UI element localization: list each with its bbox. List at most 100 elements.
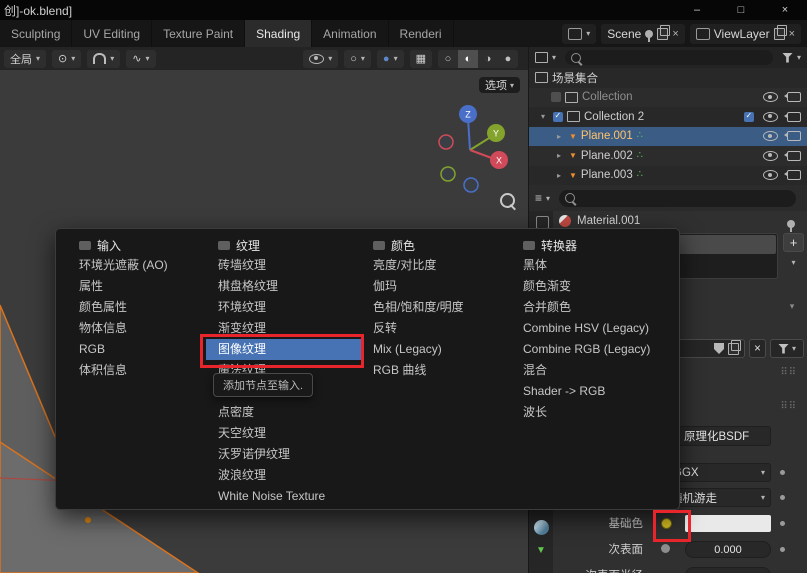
menu-item-image-texture[interactable]: 图像纹理 (206, 339, 361, 360)
scene-selector[interactable]: Scene × (601, 24, 684, 44)
expand-triangle-icon[interactable]: ▾ (541, 112, 549, 121)
scene-browse-button[interactable]: ▾ (562, 24, 596, 44)
overlays-dropdown[interactable]: ○▾ (344, 50, 371, 68)
editor-type-icon[interactable]: ≡ (535, 191, 542, 205)
menu-item[interactable]: 波浪纹理 (206, 465, 361, 486)
pin-icon[interactable] (787, 220, 795, 228)
menu-item[interactable]: White Noise Texture (206, 486, 361, 507)
menu-item[interactable]: 属性 (67, 276, 206, 297)
tab-sculpting[interactable]: Sculpting (0, 20, 72, 47)
minimize-button[interactable]: – (675, 0, 719, 20)
snap-dropdown[interactable]: ▾ (87, 50, 120, 68)
hide-eye-icon[interactable] (763, 151, 778, 161)
shading-wireframe-button[interactable]: ○ (438, 50, 458, 68)
exclude-checkbox[interactable] (553, 112, 563, 122)
hide-eye-icon[interactable] (763, 131, 778, 141)
disable-render-icon[interactable] (787, 170, 801, 180)
remove-view-layer-icon[interactable]: × (789, 28, 795, 40)
menu-item[interactable]: 黑体 (511, 255, 676, 276)
options-button[interactable]: 选项 ▾ (479, 77, 520, 93)
menu-item[interactable]: 点密度 (206, 402, 361, 423)
close-button[interactable]: × (763, 0, 807, 20)
disable-render-icon[interactable] (787, 92, 801, 102)
disable-render-icon[interactable] (787, 131, 801, 141)
hide-eye-icon[interactable] (763, 112, 778, 122)
shading-rendered-button[interactable]: ● (498, 50, 518, 68)
outliner-row-plane-003[interactable]: ▸ ▼ Plane.003 ∴ (529, 166, 807, 186)
pivot-point-dropdown[interactable]: ⊙▾ (52, 50, 81, 68)
menu-item[interactable]: 伽玛 (361, 276, 511, 297)
exclude-checkbox[interactable] (551, 92, 561, 102)
menu-item[interactable]: 颜色属性 (67, 297, 206, 318)
menu-item[interactable]: 沃罗诺伊纹理 (206, 444, 361, 465)
add-slot-button[interactable]: + (783, 233, 804, 252)
base-color-swatch[interactable] (685, 515, 771, 532)
transform-orientation-dropdown[interactable]: 全局▾ (4, 50, 46, 68)
menu-item[interactable]: 反转 (361, 318, 511, 339)
animate-dot[interactable] (780, 521, 785, 526)
axis-minus-x-ball[interactable] (439, 135, 453, 149)
properties-search-input[interactable] (559, 190, 796, 207)
menu-item[interactable]: 合并颜色 (511, 297, 676, 318)
render-preview-dropdown[interactable]: ●▾ (377, 50, 404, 68)
xray-toggle[interactable]: ▦ (410, 50, 432, 68)
new-scene-icon[interactable] (657, 28, 668, 40)
chevron-down-icon[interactable]: ▾ (552, 53, 556, 62)
disable-render-icon[interactable] (787, 112, 801, 122)
menu-item[interactable]: 砖墙纹理 (206, 255, 361, 276)
disable-render-icon[interactable] (787, 151, 801, 161)
view-layer-selector[interactable]: ViewLayer × (690, 24, 801, 44)
outliner-row-scene-collection[interactable]: 场景集合 (529, 68, 807, 88)
shading-solid-button[interactable]: ◐ (458, 50, 478, 68)
selectable-checkbox[interactable] (744, 112, 754, 122)
menu-item[interactable]: Combine RGB (Legacy) (511, 339, 676, 360)
outliner-row-collection[interactable]: Collection (529, 88, 807, 108)
menu-item[interactable]: Combine HSV (Legacy) (511, 318, 676, 339)
slot-list-expand-chevron[interactable]: ▾ (779, 301, 805, 312)
tab-texture-paint[interactable]: Texture Paint (152, 20, 245, 47)
menu-item[interactable]: 环境纹理 (206, 297, 361, 318)
axis-minus-z-ball[interactable] (464, 178, 478, 192)
menu-item[interactable]: 颜色渐变 (511, 276, 676, 297)
tab-shading[interactable]: Shading (245, 20, 312, 47)
chevron-down-icon[interactable]: ▾ (546, 194, 550, 203)
animate-dot[interactable] (780, 495, 785, 500)
outliner-search-input[interactable] (565, 50, 773, 65)
chevron-down-icon[interactable]: ▾ (797, 53, 801, 62)
zoom-tool-icon[interactable] (500, 193, 515, 208)
unlink-scene-icon[interactable]: × (672, 28, 678, 40)
menu-item[interactable]: Shader -> RGB (511, 381, 676, 402)
navigation-gizmo[interactable]: Z Y X (432, 98, 512, 198)
menu-item[interactable]: 亮度/对比度 (361, 255, 511, 276)
tab-uv-editing[interactable]: UV Editing (72, 20, 152, 47)
subsurface-value-field[interactable]: 0.000 (685, 541, 771, 558)
expand-triangle-icon[interactable]: ▸ (557, 132, 565, 141)
new-material-icon[interactable] (728, 343, 739, 355)
filter-button[interactable]: ▾ (770, 339, 804, 358)
animate-dot[interactable] (780, 470, 785, 475)
subsurface-socket-icon[interactable] (661, 544, 670, 553)
pin-icon[interactable] (645, 30, 653, 38)
menu-item[interactable]: 天空纹理 (206, 423, 361, 444)
slot-specials-button[interactable]: ▾ (783, 254, 804, 270)
maximize-button[interactable]: □ (719, 0, 763, 20)
show-gizmo-dropdown[interactable]: ▾ (303, 50, 338, 68)
menu-item[interactable]: 色相/饱和度/明度 (361, 297, 511, 318)
animate-dot[interactable] (780, 547, 785, 552)
tab-render[interactable]: Renderi (389, 20, 454, 47)
shading-material-button[interactable]: ◑ (478, 50, 498, 68)
menu-item[interactable]: 波长 (511, 402, 676, 423)
object-data-tab-icon[interactable]: ▼ (536, 545, 546, 556)
menu-item[interactable]: 物体信息 (67, 318, 206, 339)
proportional-edit-dropdown[interactable]: ∿▾ (126, 50, 155, 68)
material-tab-icon[interactable] (534, 520, 549, 535)
fake-user-shield-icon[interactable] (714, 343, 724, 354)
axis-minus-y-ball[interactable] (441, 167, 455, 181)
menu-item[interactable]: 混合 (511, 360, 676, 381)
menu-item[interactable]: RGB 曲线 (361, 360, 511, 381)
expand-triangle-icon[interactable]: ▸ (557, 151, 565, 160)
outliner-row-collection-2[interactable]: ▾ Collection 2 (529, 107, 807, 127)
tab-animation[interactable]: Animation (312, 20, 388, 47)
unlink-material-button[interactable]: × (749, 339, 766, 358)
menu-item[interactable]: Mix (Legacy) (361, 339, 511, 360)
